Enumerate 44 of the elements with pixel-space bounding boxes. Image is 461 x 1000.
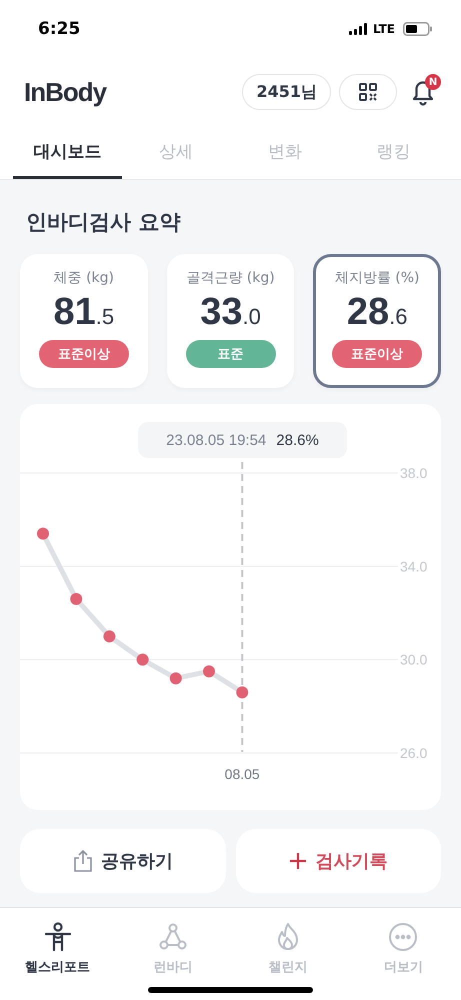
metric-card[interactable]: 골격근량 (kg) 33.0 표준: [166, 254, 294, 388]
add-record-button[interactable]: 검사기록: [236, 829, 441, 893]
battery-icon: [403, 22, 433, 36]
metric-label: 골격근량 (kg): [186, 269, 275, 287]
signal-icon: [348, 23, 369, 35]
data-point: [103, 630, 116, 642]
metric-card[interactable]: 체지방률 (%) 28.6 표준이상: [313, 254, 442, 388]
x-axis-label: 08.05: [224, 766, 260, 782]
data-point: [170, 672, 182, 684]
y-tick-label: 26.0: [400, 745, 428, 761]
qr-button[interactable]: [339, 74, 397, 110]
metric-value: 28.6: [346, 291, 408, 334]
nav-item[interactable]: 헬스리포트: [0, 908, 116, 1000]
section-title: 인바디검사 요약: [26, 209, 182, 236]
user-chip[interactable]: 2451님: [242, 74, 331, 110]
qr-code-icon: [358, 82, 378, 102]
tooltip-date: 23.08.05 19:54: [166, 432, 266, 448]
app-logo: InBody: [24, 76, 106, 108]
metric-value: 33.0: [200, 291, 261, 334]
status-time: 6:25: [38, 19, 80, 39]
status-badge: 표준: [186, 340, 276, 368]
y-tick-label: 38.0: [400, 465, 428, 481]
tooltip-value: 28.6%: [276, 432, 319, 448]
share-icon: [72, 849, 93, 873]
network-nodes-icon: [158, 922, 188, 952]
data-point: [70, 593, 82, 605]
status-badge: 표준이상: [38, 340, 129, 368]
data-point: [136, 654, 149, 666]
network-label: LTE: [372, 22, 395, 36]
plus-icon: [289, 852, 308, 870]
metric-card[interactable]: 체중 (kg) 81.5 표준이상: [20, 254, 148, 388]
notification-badge: N: [425, 74, 441, 90]
more-icon: [388, 922, 418, 952]
data-point: [37, 528, 49, 540]
share-button[interactable]: 공유하기: [20, 829, 226, 893]
y-tick-label: 30.0: [400, 652, 428, 668]
status-badge: 표준이상: [332, 340, 422, 368]
person-icon: [42, 922, 73, 952]
data-point: [203, 665, 215, 678]
y-tick-label: 34.0: [400, 558, 428, 574]
data-point: [236, 686, 248, 698]
metric-value: 81.5: [54, 291, 114, 334]
metric-label: 체지방률 (%): [334, 269, 420, 287]
metric-label: 체중 (kg): [54, 269, 114, 287]
